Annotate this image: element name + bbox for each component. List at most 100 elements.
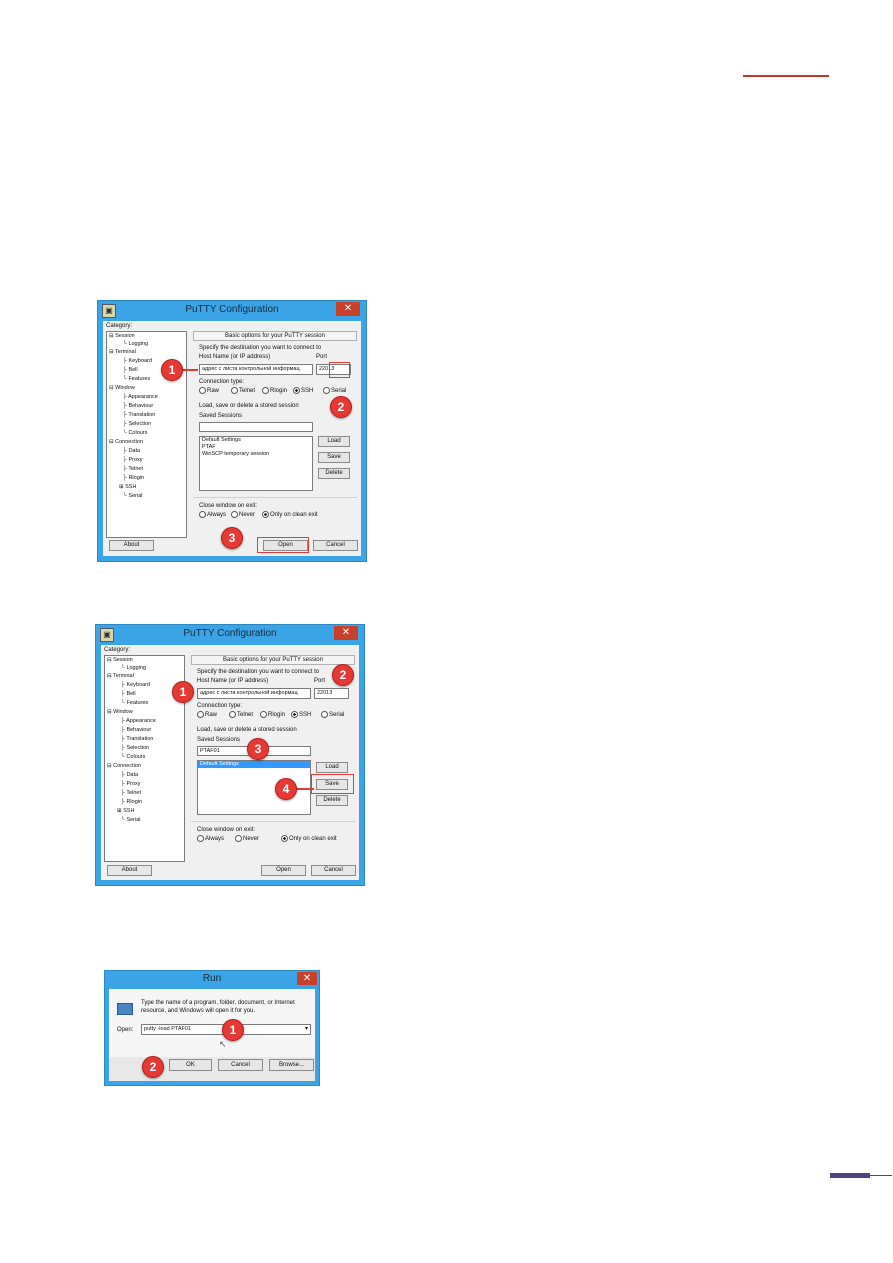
tree-item-session[interactable]: ⊟ Session [107,657,133,663]
saved-sessions-input[interactable] [199,422,313,432]
tree-item-terminal[interactable]: ⊟ Terminal [109,349,136,355]
conn-type-telnet[interactable]: Telnet [229,711,253,718]
load-button[interactable]: Load [318,436,350,447]
list-item[interactable]: Default Settings [200,437,312,444]
conn-type-ssh[interactable]: SSH [291,711,311,718]
browse-button[interactable]: Browse... [269,1059,314,1071]
tree-item-bell[interactable]: ├ Bell [123,367,138,373]
tree-item-behaviour[interactable]: ├ Behaviour [123,403,153,409]
tree-item-proxy[interactable]: ├ Proxy [121,781,141,787]
load-save-label: Load, save or delete a stored session [199,403,299,409]
conn-type-telnet[interactable]: Telnet [231,387,255,394]
tree-item-session[interactable]: ⊟ Session [109,333,135,339]
tree-item-serial[interactable]: └ Serial [123,493,143,499]
list-item[interactable]: Default Settings [198,761,310,768]
section-header: Basic options for your PuTTY session [191,655,355,665]
tree-item-connection[interactable]: ⊟ Connection [109,439,143,445]
port-label: Port [314,678,326,684]
tree-item-data[interactable]: ├ Data [123,448,140,454]
port-label: Port [316,354,328,360]
tree-item-colours[interactable]: └ Colours [123,430,147,436]
tree-item-logging[interactable]: └ Logging [123,341,148,347]
about-button[interactable]: About [109,540,154,551]
window-title: PuTTY Configuration [183,628,277,639]
delete-button[interactable]: Delete [316,795,348,806]
conn-type-ssh[interactable]: SSH [293,387,313,394]
close-button[interactable]: ✕ [334,626,358,640]
host-label: Host Name (or IP address) [197,678,269,684]
step-badge-3: 3 [221,527,243,549]
conn-type-serial[interactable]: Serial [321,711,344,718]
tree-item-keyboard[interactable]: ├ Keyboard [123,358,152,364]
tree-item-logging[interactable]: └ Logging [121,665,146,671]
list-item[interactable]: PTAF [200,444,312,451]
load-save-label: Load, save or delete a stored session [197,727,297,733]
close-always-radio[interactable]: Always [197,835,224,842]
tree-item-behaviour[interactable]: ├ Behaviour [121,727,151,733]
open-input-value: putty -load PTAF01 [144,1026,191,1032]
conn-type-serial[interactable]: Serial [323,387,346,394]
tree-item-features[interactable]: └ Features [123,376,150,382]
close-clean-radio[interactable]: Only on clean exit [281,835,337,842]
port-input[interactable]: 22013 [314,688,349,699]
conn-type-rlogin[interactable]: Rlogin [262,387,287,394]
specify-label: Specify the destination you want to conn… [197,669,320,675]
tree-item-selection[interactable]: ├ Selection [123,421,151,427]
step-badge-4: 4 [275,778,297,800]
close-never-radio[interactable]: Never [235,835,259,842]
close-never-radio[interactable]: Never [231,511,255,518]
cancel-button[interactable]: Cancel [313,540,358,551]
open-label: Open: [117,1027,134,1033]
category-label: Category: [106,323,133,329]
list-item[interactable]: WinSCP temporary session [200,451,312,458]
putty-window-1: ▣ PuTTY Configuration ✕ Category: ⊟ Sess… [97,300,367,562]
tree-item-window[interactable]: ⊟ Window [107,709,133,715]
tree-item-rlogin[interactable]: ├ Rlogin [121,799,142,805]
save-button[interactable]: Save [318,452,350,463]
tree-item-bell[interactable]: ├ Bell [121,691,136,697]
close-always-radio[interactable]: Always [199,511,226,518]
conn-type-rlogin[interactable]: Rlogin [260,711,285,718]
host-input[interactable]: адрес с листа контрольной информац [199,364,313,375]
tree-item-rlogin[interactable]: ├ Rlogin [123,475,144,481]
tree-item-data[interactable]: ├ Data [121,772,138,778]
conn-type-raw[interactable]: Raw [199,387,219,394]
close-button[interactable]: ✕ [336,302,360,316]
close-clean-radio[interactable]: Only on clean exit [262,511,318,518]
tree-item-features[interactable]: └ Features [121,700,148,706]
tree-item-translation[interactable]: ├ Translation [121,736,153,742]
conn-type-raw[interactable]: Raw [197,711,217,718]
conn-type-label: Connection type: [197,703,243,709]
tree-item-serial[interactable]: └ Serial [121,817,141,823]
tree-item-ssh[interactable]: ⊞ SSH [119,484,136,490]
cancel-button[interactable]: Cancel [311,865,356,876]
tree-item-proxy[interactable]: ├ Proxy [123,457,143,463]
about-button[interactable]: About [107,865,152,876]
run-dialog: Run ✕ Type the name of a program, folder… [104,970,320,1086]
tree-item-telnet[interactable]: ├ Telnet [121,790,141,796]
tree-item-keyboard[interactable]: ├ Keyboard [121,682,150,688]
tree-item-connection[interactable]: ⊟ Connection [107,763,141,769]
close-button[interactable]: ✕ [297,972,317,985]
tree-item-window[interactable]: ⊟ Window [109,385,135,391]
tree-item-telnet[interactable]: ├ Telnet [123,466,143,472]
cancel-button[interactable]: Cancel [218,1059,263,1071]
tree-item-terminal[interactable]: ⊟ Terminal [107,673,134,679]
load-button[interactable]: Load [316,762,348,773]
conn-type-label: Connection type: [199,379,245,385]
open-button[interactable]: Open [261,865,306,876]
tree-item-ssh[interactable]: ⊞ SSH [117,808,134,814]
tree-item-colours[interactable]: └ Colours [121,754,145,760]
divider [191,821,355,822]
step-badge-1: 1 [161,359,183,381]
tree-item-selection[interactable]: ├ Selection [121,745,149,751]
ok-button[interactable]: OK [169,1059,212,1071]
tree-item-appearance[interactable]: ├ Appearance [121,718,156,724]
host-input[interactable]: адрес с листа контрольной информац [197,688,311,699]
sessions-list[interactable]: Default Settings PTAF WinSCP temporary s… [199,436,313,491]
tree-item-appearance[interactable]: ├ Appearance [123,394,158,400]
chevron-down-icon[interactable]: ▾ [305,1025,308,1034]
saved-sessions-label: Saved Sessions [199,413,243,419]
delete-button[interactable]: Delete [318,468,350,479]
tree-item-translation[interactable]: ├ Translation [123,412,155,418]
